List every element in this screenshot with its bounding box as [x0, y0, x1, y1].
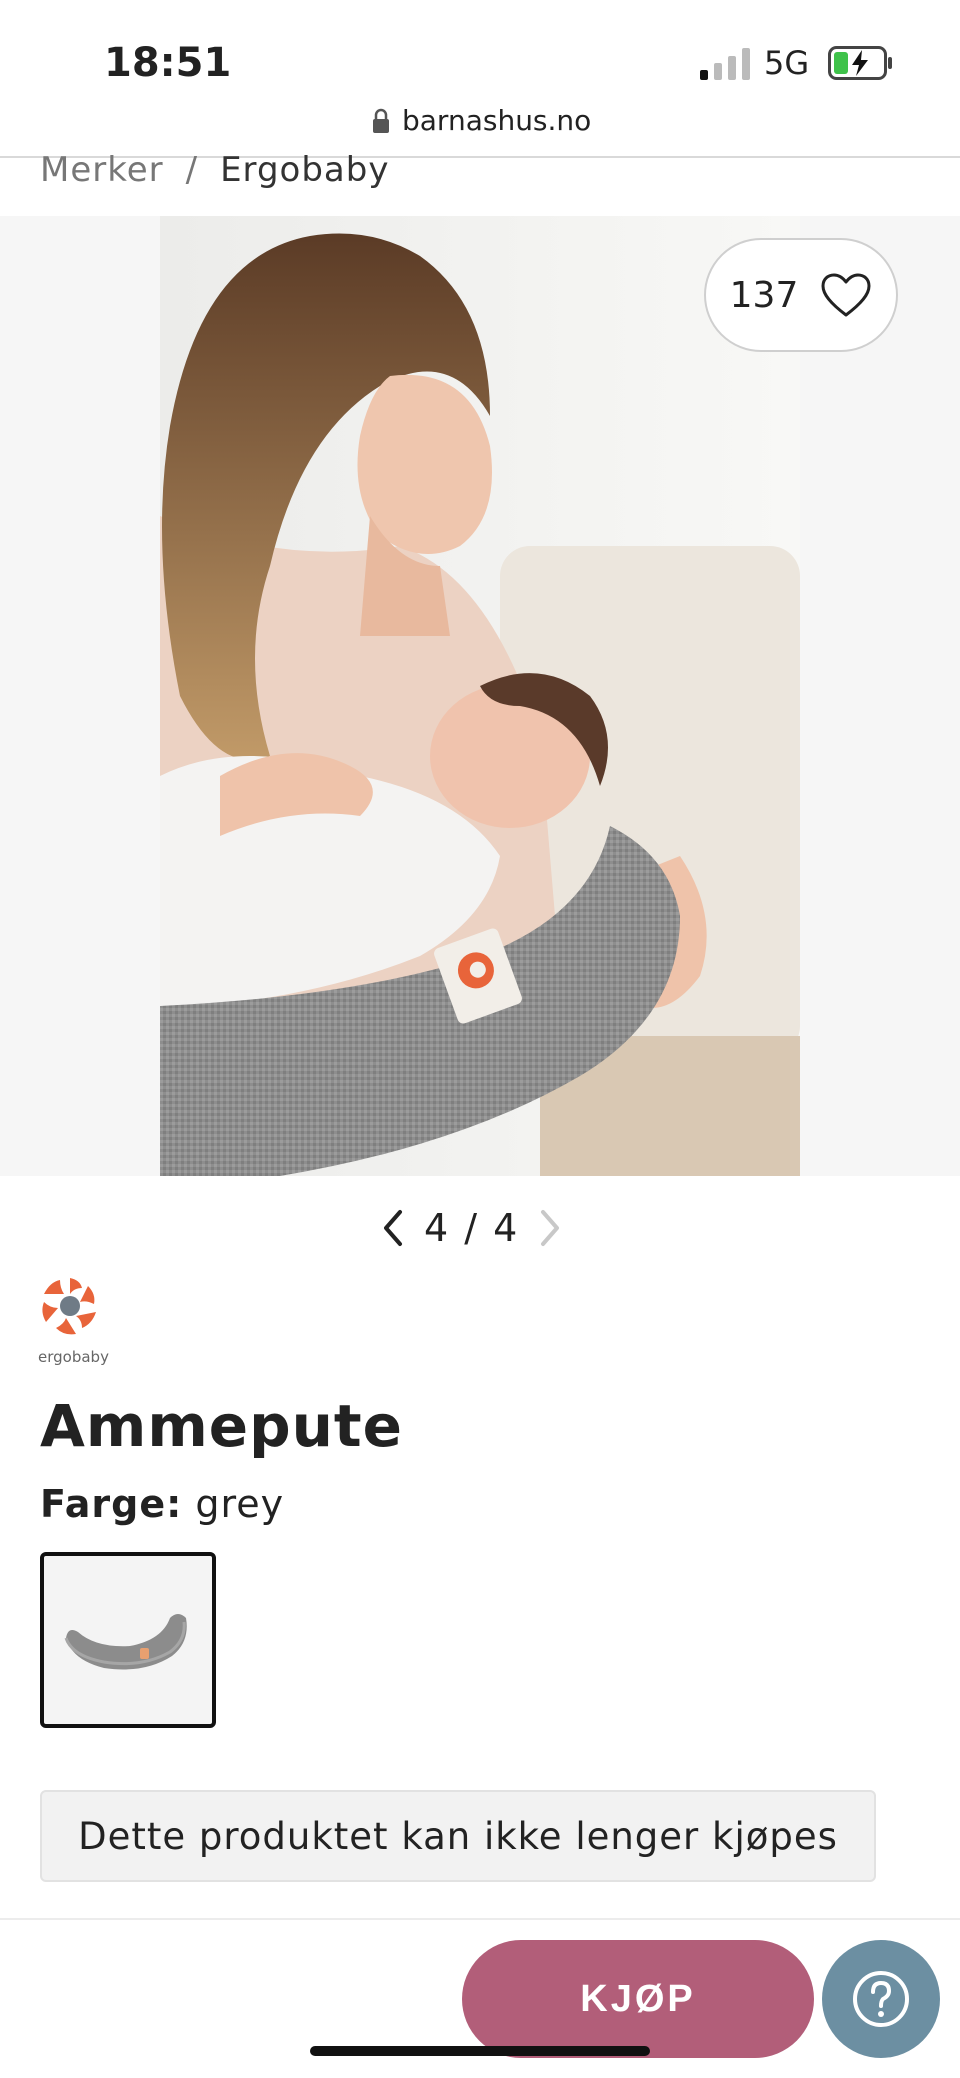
chevron-left-icon[interactable]	[380, 1208, 406, 1248]
unavailable-notice: Dette produktet kan ikke lenger kjøpes	[40, 1790, 876, 1882]
heart-icon	[821, 273, 871, 317]
pillow-thumbnail	[64, 1614, 187, 1670]
home-indicator	[310, 2046, 650, 2056]
gallery-pager: 4 / 4	[380, 1200, 563, 1256]
ergobaby-logo[interactable]	[38, 1274, 102, 1338]
status-time: 18:51	[104, 40, 232, 86]
bottom-bar-divider	[0, 1918, 960, 1920]
brand-name: ergobaby	[38, 1348, 109, 1366]
breadcrumb-link-merker[interactable]: Merker	[40, 150, 164, 190]
lock-icon	[373, 108, 389, 133]
browser-url[interactable]: barnashus.no	[402, 104, 591, 137]
like-count: 137	[729, 274, 799, 316]
color-selection: Farge: grey	[40, 1482, 284, 1526]
product-title: Ammepute	[40, 1392, 403, 1460]
color-swatch-grey[interactable]	[40, 1552, 216, 1728]
battery-charging-icon	[828, 46, 892, 80]
like-button[interactable]: 137	[704, 238, 898, 352]
buy-button[interactable]: KJØP	[462, 1940, 814, 2058]
signal-icon	[700, 48, 750, 80]
breadcrumb: Merker / Ergobaby	[40, 150, 389, 190]
help-button[interactable]	[822, 1940, 940, 2058]
product-photo[interactable]	[160, 216, 800, 1176]
color-value: grey	[195, 1482, 285, 1526]
gallery-position: 4 / 4	[424, 1206, 520, 1250]
network-type: 5G	[764, 44, 810, 82]
chevron-right-icon[interactable]	[537, 1208, 563, 1248]
color-label: Farge:	[40, 1482, 183, 1526]
breadcrumb-separator: /	[185, 150, 199, 190]
breadcrumb-current[interactable]: Ergobaby	[220, 150, 389, 190]
question-mark-icon	[853, 1971, 909, 2027]
